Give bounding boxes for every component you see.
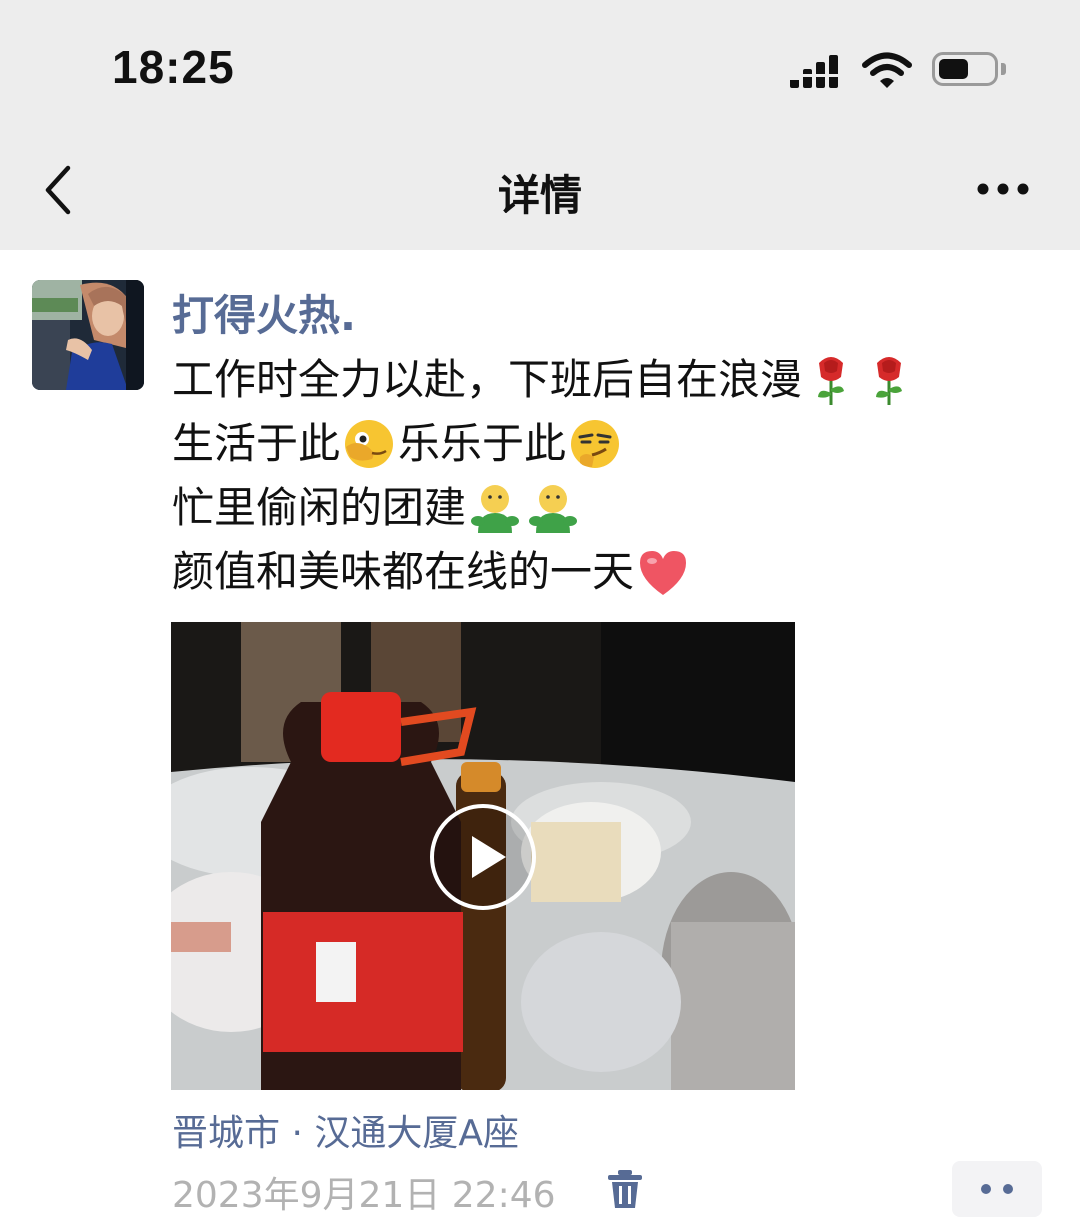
peek-face-icon [345, 420, 394, 468]
post-line-2-text-b: 乐乐于此 [398, 419, 567, 468]
signal-icon [790, 55, 838, 88]
post-line-1-text: 工作时全力以赴，下班后自在浪漫 [172, 355, 803, 404]
post-line-4: 颜值和美味都在线的一天 [172, 540, 1032, 604]
rose-icon [818, 357, 845, 405]
post-line-4-text: 颜值和美味都在线的一天 [172, 547, 635, 596]
battery-icon [932, 52, 998, 86]
nav-bar: 详情 [0, 128, 1080, 250]
comment-like-button[interactable] [952, 1161, 1042, 1217]
heart-icon [640, 551, 687, 595]
post-timestamp: 2023年9月21日 22:46 [172, 1175, 556, 1216]
trash-icon[interactable] [606, 1168, 644, 1210]
avatar[interactable] [32, 280, 144, 390]
post-line-2: 生活于此 乐乐于此 [172, 412, 1032, 476]
wifi-icon [862, 52, 912, 88]
video-thumbnail[interactable] [171, 622, 795, 1090]
more-dots-icon [981, 1184, 1013, 1194]
play-icon[interactable] [428, 802, 538, 912]
post-text: 工作时全力以赴，下班后自在浪漫 生活于此 乐乐于此 忙里偷闲的团建 颜值和美味都… [172, 348, 1032, 604]
hug-emoji-icon [529, 485, 578, 533]
battery-level [939, 59, 968, 79]
status-time: 18:25 [112, 41, 235, 93]
location-link[interactable]: 晋城市 · 汉通大厦A座 [172, 1104, 519, 1156]
status-bar: 18:25 [0, 0, 1080, 128]
battery-cap [1001, 63, 1006, 75]
page-title: 详情 [497, 171, 582, 220]
rose-icon [876, 357, 903, 405]
smirk-face-icon [571, 420, 620, 468]
post-line-1: 工作时全力以赴，下班后自在浪漫 [172, 348, 1032, 412]
avatar-image [32, 280, 144, 390]
post-line-3: 忙里偷闲的团建 [172, 476, 1032, 540]
post-line-2-text-a: 生活于此 [172, 419, 341, 468]
post-line-3-text: 忙里偷闲的团建 [172, 483, 467, 532]
more-icon[interactable] [968, 172, 1038, 206]
hug-emoji-icon [471, 485, 520, 533]
author-name[interactable]: 打得火热. [172, 282, 356, 343]
